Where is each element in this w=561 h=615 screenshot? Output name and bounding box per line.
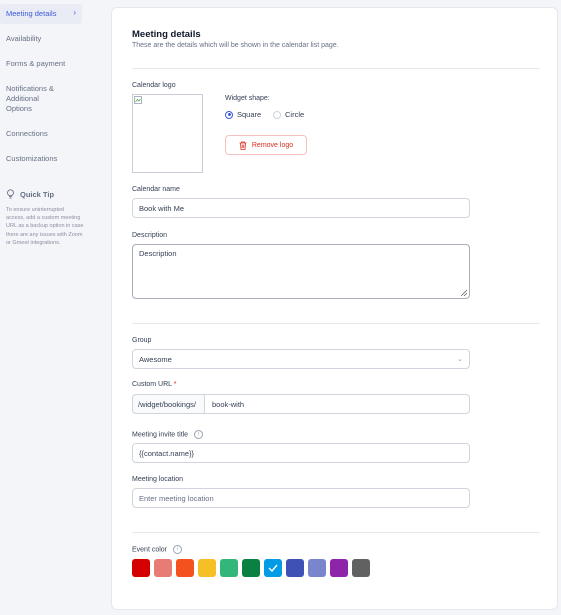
widget-shape-label: Widget shape: <box>225 95 270 102</box>
radio-square-label: Square <box>237 110 262 119</box>
radio-unchecked-icon <box>273 110 281 119</box>
radio-square[interactable]: Square <box>225 110 261 119</box>
remove-logo-label: Remove logo <box>251 141 294 149</box>
sidebar-item-label: Meeting details <box>6 9 57 18</box>
info-icon[interactable]: i <box>193 430 203 439</box>
divider <box>132 532 540 533</box>
invite-title-label-text: Meeting invite title <box>132 431 189 439</box>
sidebar-item-label: Notifications & Additional Options <box>6 84 54 113</box>
resize-handle-icon[interactable] <box>461 290 467 296</box>
chevron-right-icon: › <box>73 8 76 17</box>
custom-url-value: book-with <box>212 399 245 409</box>
meeting-location-label: Meeting location <box>132 476 183 483</box>
custom-url-prefix: /widget/bookings/ <box>132 394 205 414</box>
trash-icon <box>239 141 247 150</box>
color-swatch[interactable] <box>308 559 326 577</box>
description-value: Description <box>139 249 177 258</box>
event-color-label: Event color i <box>132 545 182 554</box>
invite-title-label: Meeting invite title i <box>132 430 203 439</box>
color-swatch[interactable] <box>352 559 370 577</box>
custom-url-label: Custom URL * <box>132 381 177 388</box>
color-swatch[interactable] <box>132 559 150 577</box>
radio-circle[interactable]: Circle <box>273 110 304 119</box>
calendar-logo-image[interactable] <box>132 94 203 173</box>
required-marker: * <box>173 381 177 388</box>
color-swatch[interactable] <box>242 559 260 577</box>
group-label: Group <box>132 337 152 344</box>
custom-url-input[interactable]: book-with <box>205 394 470 414</box>
event-color-label-text: Event color <box>132 546 168 554</box>
meeting-details-card: Meeting details These are the details wh… <box>111 7 558 610</box>
sidebar-item-label: Availability <box>6 34 42 43</box>
sidebar-item-label: Connections <box>6 129 48 138</box>
divider <box>132 68 540 69</box>
group-value: Awesome <box>139 354 172 364</box>
lightbulb-icon <box>7 189 14 199</box>
group-select[interactable]: Awesome ⌄ <box>132 349 470 369</box>
calendar-name-label: Calendar name <box>132 186 180 193</box>
color-swatch[interactable] <box>220 559 238 577</box>
description-textarea[interactable]: Description <box>132 244 470 299</box>
custom-url-label-text: Custom URL <box>132 381 172 388</box>
broken-image-icon <box>134 96 142 104</box>
divider <box>132 323 540 324</box>
quick-tip: Quick Tip To ensure uninterrupted access… <box>0 189 86 247</box>
sidebar-item-notifications[interactable]: Notifications & Additional Options <box>0 79 72 119</box>
sidebar-item-connections[interactable]: Connections <box>0 124 86 144</box>
quick-tip-body: To ensure uninterrupted access, add a cu… <box>6 207 84 246</box>
sidebar: Meeting details › Availability Forms & p… <box>0 0 86 615</box>
description-label: Description <box>132 232 168 239</box>
sidebar-item-meeting-details[interactable]: Meeting details › <box>0 4 82 24</box>
calendar-logo-label: Calendar logo <box>132 82 176 89</box>
calendar-name-input[interactable]: Book with Me <box>132 198 470 218</box>
sidebar-item-label: Customizations <box>6 154 58 163</box>
info-icon[interactable]: i <box>172 545 182 554</box>
page-subtitle: These are the details which will be show… <box>132 42 339 49</box>
sidebar-item-forms-payment[interactable]: Forms & payment <box>0 54 86 74</box>
checkmark-icon <box>268 564 278 572</box>
color-swatch[interactable] <box>286 559 304 577</box>
remove-logo-button[interactable]: Remove logo <box>225 135 307 155</box>
sidebar-item-label: Forms & payment <box>6 59 66 68</box>
radio-checked-icon <box>225 110 233 119</box>
invite-title-value: {{contact.name}} <box>139 448 195 458</box>
color-swatch[interactable] <box>264 559 282 577</box>
color-swatch[interactable] <box>330 559 348 577</box>
meeting-location-input[interactable]: Enter meeting location <box>132 488 470 508</box>
color-swatch[interactable] <box>176 559 194 577</box>
calendar-name-value: Book with Me <box>139 203 185 213</box>
sidebar-item-availability[interactable]: Availability <box>0 29 86 49</box>
color-swatch[interactable] <box>154 559 172 577</box>
chevron-down-icon: ⌄ <box>457 356 463 363</box>
meeting-location-placeholder: Enter meeting location <box>139 493 214 503</box>
radio-circle-label: Circle <box>285 110 305 119</box>
quick-tip-title: Quick Tip <box>20 189 55 199</box>
invite-title-input[interactable]: {{contact.name}} <box>132 443 470 463</box>
color-swatch[interactable] <box>198 559 216 577</box>
page-title: Meeting details <box>132 29 201 40</box>
sidebar-item-customizations[interactable]: Customizations <box>0 149 86 169</box>
